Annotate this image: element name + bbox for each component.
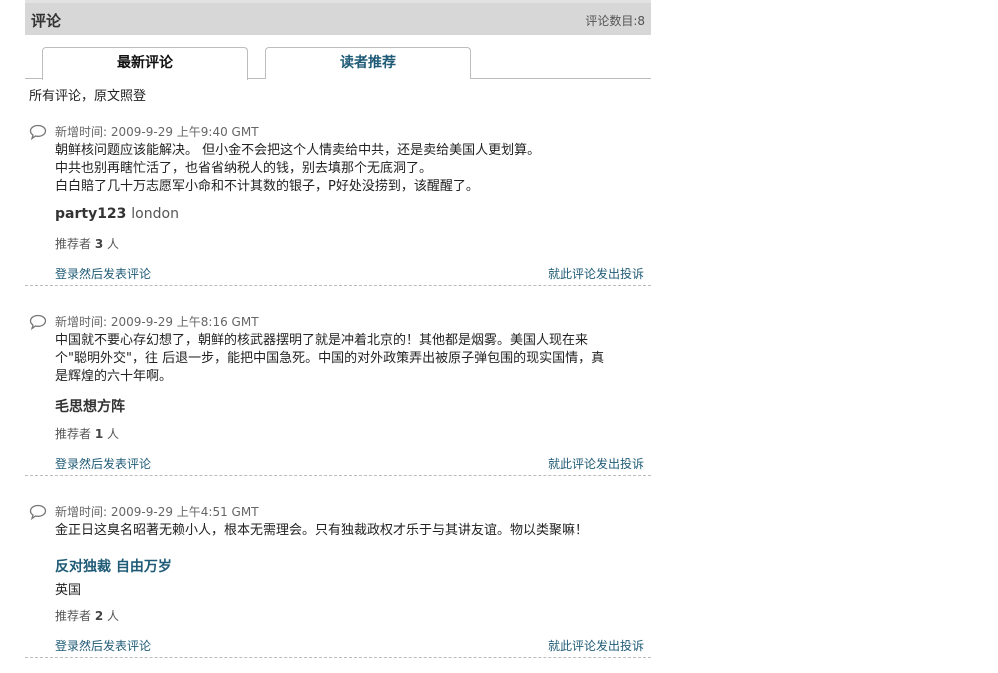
comment-count: 评论数目:8: [585, 14, 645, 28]
rec-number: 3: [94, 237, 104, 251]
rec-suffix: 人: [107, 427, 120, 441]
comment-timestamp: 新增时间: 2009-9-29 上午8:16 GMT: [55, 315, 259, 329]
recommend-count: 推荐者 2 人: [55, 607, 119, 624]
comment-line: 中共也别再瞎忙活了，也省省纳税人的钱，别去填那个无底洞了。: [55, 161, 433, 176]
comment-divider: [25, 657, 651, 658]
rec-prefix: 推荐者: [55, 237, 92, 251]
comment-author[interactable]: 反对独裁 自由万岁: [55, 556, 172, 576]
comment-author: 毛思想方阵: [55, 396, 125, 416]
report-comment-link[interactable]: 就此评论发出投诉: [548, 265, 644, 282]
tab-reader-picks[interactable]: 读者推荐: [265, 47, 471, 79]
recommend-count: 推荐者 1 人: [55, 425, 119, 442]
rec-prefix: 推荐者: [55, 609, 92, 623]
rec-number: 2: [94, 609, 104, 623]
comments-panel: 评论 评论数目:8 最新评论 读者推荐 所有评论，原文照登 新增时间: 2009…: [25, 0, 651, 673]
comment-timestamp: 新增时间: 2009-9-29 上午9:40 GMT: [55, 125, 259, 139]
intro-text: 所有评论，原文照登: [29, 89, 147, 104]
comment-body: 中国就不要心存幻想了，朝鲜的核武器摆明了就是冲着北京的！其他都是烟雾。美国人现在…: [55, 332, 651, 386]
comment-tabs: 最新评论 读者推荐: [25, 35, 651, 80]
speech-bubble-icon: [29, 124, 47, 141]
comments-header: 评论 评论数目:8: [25, 3, 651, 35]
rec-suffix: 人: [107, 237, 120, 251]
comment-divider: [25, 285, 651, 286]
rec-prefix: 推荐者: [55, 427, 92, 441]
author-location: london: [131, 206, 179, 222]
comment-line: 是辉煌的六十年啊。: [55, 369, 173, 384]
comment-body: 金正日这臭名昭著无赖小人，根本无需理会。只有独裁政权才乐于与其讲友谊。物以类聚嘛…: [55, 522, 651, 540]
login-to-comment-link[interactable]: 登录然后发表评论: [55, 455, 151, 472]
comment-line: 金正日这臭名昭著无赖小人，根本无需理会。只有独裁政权才乐于与其讲友谊。物以类聚嘛…: [55, 523, 589, 538]
rec-number: 1: [94, 427, 104, 441]
comment-author: party123 london: [55, 206, 179, 222]
author-name: party123: [55, 206, 127, 222]
rec-suffix: 人: [107, 609, 120, 623]
tab-latest-comments[interactable]: 最新评论: [42, 47, 248, 80]
author-location: 英国: [55, 583, 82, 598]
login-to-comment-link[interactable]: 登录然后发表评论: [55, 637, 151, 654]
author-name: 毛思想方阵: [55, 399, 125, 415]
comment-divider: [25, 475, 651, 476]
comment-body: 朝鲜核问题应该能解决。 但小金不会把这个人情卖给中共，还是卖给美国人更划算。 中…: [55, 142, 651, 196]
report-comment-link[interactable]: 就此评论发出投诉: [548, 637, 644, 654]
speech-bubble-icon: [29, 504, 47, 521]
speech-bubble-icon: [29, 314, 47, 331]
comment-line: 白白賠了几十万志愿军小命和不计其数的银子，P好处没捞到，该醒醒了。: [55, 179, 479, 194]
comment-line: 中国就不要心存幻想了，朝鲜的核武器摆明了就是冲着北京的！其他都是烟雾。美国人现在…: [55, 333, 589, 348]
comments-title: 评论: [31, 12, 62, 30]
comment-timestamp: 新增时间: 2009-9-29 上午4:51 GMT: [55, 505, 259, 519]
comment-line: 朝鲜核问题应该能解决。 但小金不会把这个人情卖给中共，还是卖给美国人更划算。: [55, 143, 541, 158]
report-comment-link[interactable]: 就此评论发出投诉: [548, 455, 644, 472]
comment-line: 个"聪明外交"，往 后退一步，能把中国急死。中国的对外政策弄出被原子弹包围的现实…: [55, 351, 605, 366]
login-to-comment-link[interactable]: 登录然后发表评论: [55, 265, 151, 282]
recommend-count: 推荐者 3 人: [55, 235, 119, 252]
